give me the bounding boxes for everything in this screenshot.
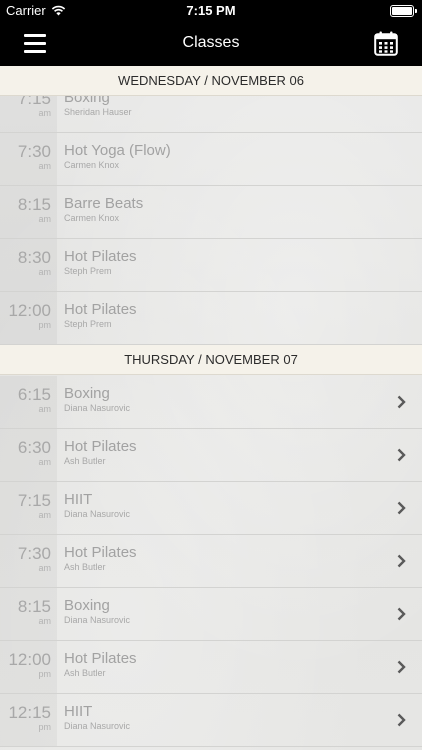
class-name: HIIT — [64, 491, 93, 508]
chevron-right-icon[interactable] — [397, 607, 406, 621]
class-row[interactable]: 12:00 pm Hot Pilates Ash Butler — [0, 641, 422, 694]
class-ampm: pm — [38, 722, 51, 732]
time-column: 7:15 am — [0, 482, 57, 534]
class-time: 8:15 — [17, 195, 51, 214]
instructor-name: Steph Prem — [64, 319, 112, 329]
class-name: Hot Pilates — [64, 544, 137, 561]
class-ampm: am — [38, 457, 51, 467]
class-ampm: pm — [38, 669, 51, 679]
class-name: Barre Beats — [64, 195, 144, 212]
class-name: HIIT — [64, 703, 93, 720]
day-header: THURSDAY / NOVEMBER 07 — [0, 345, 422, 375]
class-time: 8:15 — [17, 597, 51, 616]
class-row: 8:15 am Barre Beats Carmen Knox — [0, 186, 422, 239]
class-ampm: am — [38, 214, 51, 224]
time-column: 8:15 am — [0, 588, 57, 640]
class-ampm: am — [38, 108, 51, 118]
class-row[interactable]: 6:15 am Boxing Diana Nasurovic — [0, 376, 422, 429]
chevron-right-icon[interactable] — [397, 713, 406, 727]
class-time: 12:15 — [8, 703, 51, 722]
class-time: 7:30 — [17, 142, 51, 161]
class-time: 6:15 — [17, 385, 51, 404]
class-row[interactable]: 7:30 am Hot Pilates Ash Butler — [0, 535, 422, 588]
instructor-name: Diana Nasurovic — [64, 403, 131, 413]
chevron-right-icon[interactable] — [397, 660, 406, 674]
class-ampm: am — [38, 510, 51, 520]
instructor-name: Ash Butler — [64, 456, 106, 466]
instructor-name: Steph Prem — [64, 266, 112, 276]
class-name: Hot Pilates — [64, 248, 137, 265]
class-name: Hot Pilates — [64, 438, 137, 455]
class-time: 7:30 — [17, 544, 51, 563]
chevron-right-icon[interactable] — [397, 395, 406, 409]
class-time: 12:00 — [8, 301, 51, 320]
calendar-button[interactable] — [374, 31, 398, 56]
class-name: Hot Yoga (Flow) — [64, 142, 171, 159]
instructor-name: Ash Butler — [64, 668, 106, 678]
page-title: Classes — [182, 34, 240, 51]
classes-list[interactable]: 7:15 am Boxing Sheridan Hauser 7:30 am H… — [0, 66, 422, 750]
status-time: 7:15 PM — [186, 3, 236, 18]
nav-bar: Classes — [0, 22, 422, 66]
instructor-name: Diana Nasurovic — [64, 509, 131, 519]
class-time: 8:30 — [17, 248, 51, 267]
time-column: 12:15 pm — [0, 694, 57, 746]
class-time: 6:30 — [17, 438, 51, 457]
class-row[interactable]: 7:15 am HIIT Diana Nasurovic — [0, 482, 422, 535]
chevron-right-icon[interactable] — [397, 554, 406, 568]
time-column: 8:15 am — [0, 186, 57, 238]
class-row[interactable]: 6:30 am Hot Pilates Ash Butler — [0, 429, 422, 482]
time-column: 7:30 am — [0, 133, 57, 185]
chevron-right-icon[interactable] — [397, 501, 406, 515]
time-column: 6:15 am — [0, 376, 57, 428]
time-column: 12:00 pm — [0, 641, 57, 693]
class-name: Hot Pilates — [64, 301, 137, 318]
class-ampm: am — [38, 404, 51, 414]
class-ampm: am — [38, 161, 51, 171]
class-row: 8:30 am Hot Pilates Steph Prem — [0, 239, 422, 292]
class-ampm: am — [38, 563, 51, 573]
instructor-name: Carmen Knox — [64, 160, 120, 170]
time-column: 6:30 am — [0, 429, 57, 481]
class-time: 7:15 — [17, 491, 51, 510]
status-bar: Carrier 7:15 PM — [0, 0, 422, 22]
class-ampm: am — [38, 267, 51, 277]
time-column: 8:30 am — [0, 239, 57, 291]
battery-icon — [390, 5, 417, 17]
class-row: 12:00 pm Hot Pilates Steph Prem — [0, 292, 422, 345]
class-name: Hot Pilates — [64, 650, 137, 667]
instructor-name: Sheridan Hauser — [64, 107, 132, 117]
class-name: Boxing — [64, 597, 110, 614]
instructor-name: Diana Nasurovic — [64, 615, 131, 625]
class-name: Boxing — [64, 385, 110, 402]
instructor-name: Ash Butler — [64, 562, 106, 572]
class-row[interactable]: 8:15 am Boxing Diana Nasurovic — [0, 588, 422, 641]
instructor-name: Carmen Knox — [64, 213, 120, 223]
instructor-name: Diana Nasurovic — [64, 721, 131, 731]
class-time: 12:00 — [8, 650, 51, 669]
time-column: 7:30 am — [0, 535, 57, 587]
time-column: 12:00 pm — [0, 292, 57, 344]
class-row[interactable]: 12:15 pm HIIT Diana Nasurovic — [0, 694, 422, 747]
chevron-right-icon[interactable] — [397, 448, 406, 462]
class-row: 7:30 am Hot Yoga (Flow) Carmen Knox — [0, 133, 422, 186]
class-ampm: pm — [38, 320, 51, 330]
class-ampm: am — [38, 616, 51, 626]
day-header: WEDNESDAY / NOVEMBER 06 — [0, 66, 422, 96]
